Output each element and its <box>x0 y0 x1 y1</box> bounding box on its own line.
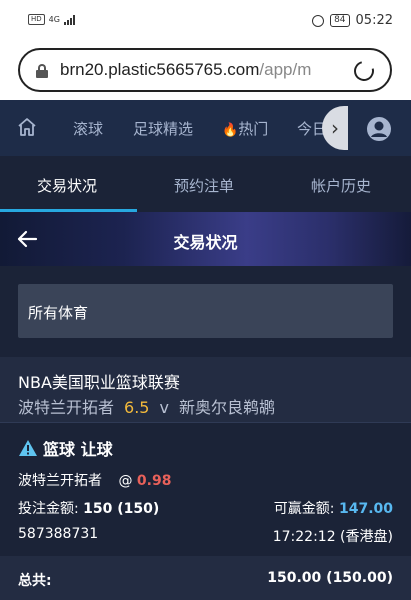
status-left: HD 4G <box>28 14 75 25</box>
bet-market: 篮球 让球 <box>18 436 113 460</box>
nav-item-football[interactable]: 足球精选 <box>133 118 193 139</box>
at-sign: @ <box>118 473 133 489</box>
bet-odds: 0.98 <box>136 473 172 489</box>
battery-indicator: 84 <box>330 14 350 27</box>
away-team: 新奥尔良鹈鹕 <box>178 398 275 417</box>
matchup: 波特兰开拓者 6.5 v 新奥尔良鹈鹕 <box>18 394 275 418</box>
fire-icon: 🔥 <box>222 123 239 138</box>
nav-item-live[interactable]: 滚球 <box>73 118 103 139</box>
league-section: NBA美国职业篮球联赛 波特兰开拓者 6.5 v 新奥尔良鹈鹕 <box>0 357 411 423</box>
total-row: 总共: 150.00 (150.00) <box>0 556 411 600</box>
browser-toolbar: brn20.plastic5665765.com/app/m <box>0 44 411 100</box>
handicap-value: 6.5 <box>124 398 150 417</box>
lock-icon <box>36 64 48 78</box>
bet-selection-row: 波特兰开拓者 @ 0.98 <box>18 470 171 490</box>
nav-item-hot-label: 热门 <box>238 120 269 138</box>
bet-card: 篮球 让球 波特兰开拓者 @ 0.98 投注金额: 150 (150) 可赢金额… <box>0 424 411 554</box>
status-right: 84 05:22 <box>312 13 393 28</box>
home-icon[interactable] <box>16 116 38 138</box>
url-text[interactable]: brn20.plastic5665765.com/app/m <box>60 60 311 80</box>
win-row: 可赢金额: 147.00 <box>274 498 393 518</box>
page-title: 交易状况 <box>173 233 238 252</box>
url-host: brn20.plastic5665765.com <box>60 60 260 79</box>
stake-value: 150 (150) <box>83 501 160 517</box>
reload-icon[interactable] <box>350 57 378 85</box>
sport-filter-value: 所有体育 <box>28 304 89 322</box>
tab-transactions[interactable]: 交易状况 <box>37 175 97 196</box>
bet-selection: 波特兰开拓者 <box>18 473 102 489</box>
stake-row: 投注金额: 150 (150) <box>18 498 159 518</box>
warning-icon <box>19 440 37 456</box>
url-bar[interactable]: brn20.plastic5665765.com/app/m <box>18 48 392 92</box>
total-value: 150.00 (150.00) <box>267 570 393 586</box>
versus-label: v <box>159 398 169 417</box>
stake-label: 投注金额: <box>18 501 79 517</box>
league-name: NBA美国职业篮球联赛 <box>18 373 180 392</box>
tab-account-history[interactable]: 帐户历史 <box>311 175 371 196</box>
hd-badge: HD <box>28 14 45 25</box>
tab-reservations[interactable]: 预约注单 <box>174 175 234 196</box>
home-team: 波特兰开拓者 <box>18 398 115 417</box>
alarm-icon <box>312 14 325 27</box>
bet-market-label: 篮球 让球 <box>43 440 113 459</box>
url-path: /app/m <box>259 60 312 79</box>
clock: 05:22 <box>355 13 393 28</box>
chevron-right-icon[interactable]: › <box>322 106 348 150</box>
ticket-id: 587388731 <box>18 526 99 542</box>
sport-filter-select[interactable]: 所有体育 <box>18 284 393 338</box>
user-icon[interactable] <box>366 116 392 142</box>
nav-item-hot[interactable]: 🔥热门 <box>222 118 268 139</box>
total-label: 总共: <box>18 573 52 589</box>
page-header: 交易状况 <box>0 212 411 266</box>
win-value: 147.00 <box>338 501 393 517</box>
win-label: 可赢金额: <box>273 501 335 517</box>
main-nav: 滚球 足球精选 🔥热门 今日 › <box>0 100 411 156</box>
network-type: 4G <box>48 15 60 24</box>
status-bar: HD 4G 84 05:22 <box>0 0 411 44</box>
bet-time: 17:22:12 (香港盘) <box>272 529 393 545</box>
signal-icon <box>63 14 75 25</box>
sub-tabs: 交易状况 预约注单 帐户历史 <box>0 156 411 212</box>
